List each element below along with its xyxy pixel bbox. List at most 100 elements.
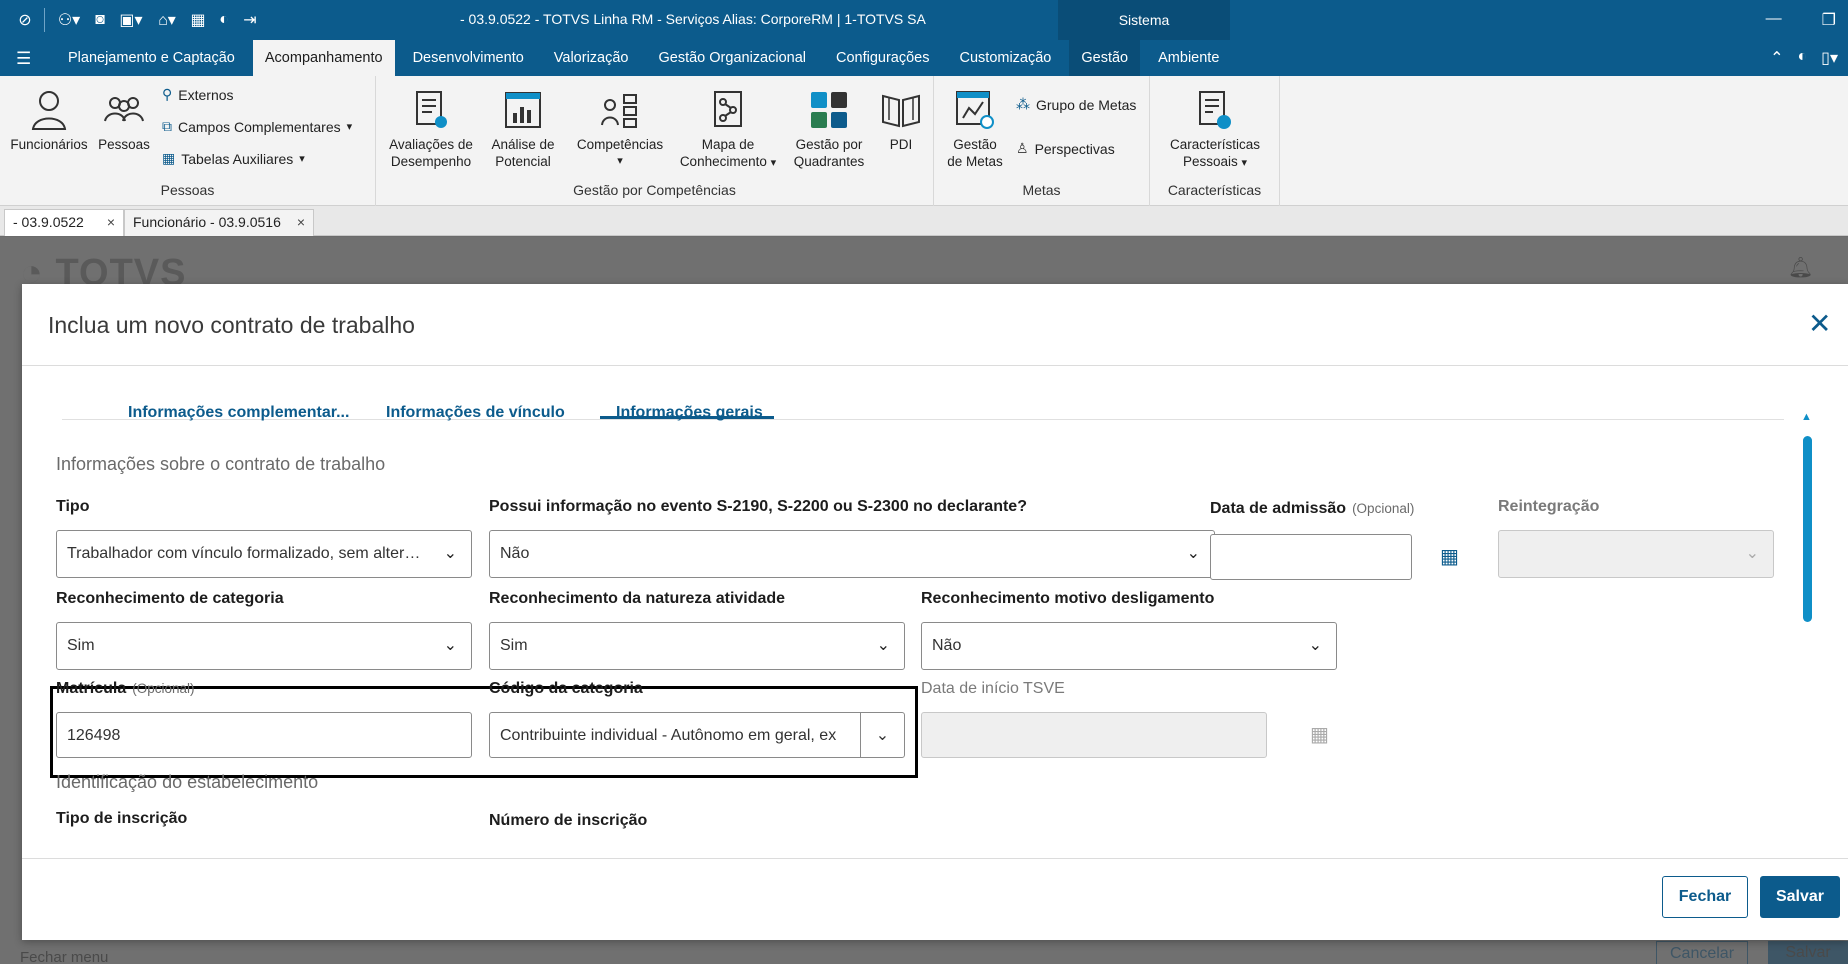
matricula-input[interactable]: 126498: [56, 712, 472, 758]
chevron-down-icon: ▾: [770, 157, 777, 169]
codigo-categoria-combo[interactable]: Contribuinte individual - Autônomo em ge…: [489, 712, 905, 758]
caracteristicas-label-1: Características: [1169, 137, 1261, 152]
tab-informacoes-vinculo[interactable]: Informações de vínculo: [386, 404, 565, 422]
menu-bar: ☰ Planejamento e Captação Acompanhamento…: [0, 40, 1848, 76]
tab-informacoes-gerais[interactable]: Informações gerais: [616, 404, 763, 422]
menu-valorizacao[interactable]: Valorização: [542, 40, 641, 76]
scroll-up-icon[interactable]: ▲: [1801, 411, 1812, 423]
users-dropdown-icon[interactable]: ⚇▾: [51, 8, 87, 32]
gestao-metas-button[interactable]: Gestão de Metas: [938, 88, 1012, 170]
gestao-quadrantes-button[interactable]: Gestão por Quadrantes: [788, 88, 870, 170]
contract-modal: Inclua um novo contrato de trabalho ✕ In…: [22, 284, 1848, 940]
analise-label-1: Análise de: [491, 137, 555, 152]
people-icon: [94, 88, 154, 132]
chevron-down-icon: ⌄: [443, 637, 457, 654]
fechar-button[interactable]: Fechar: [1662, 876, 1748, 918]
externos-button[interactable]: ⚲ Externos: [162, 86, 234, 103]
title-bar: ⊘ ⚇▾ ◙ ▣▾ ⌂▾ ▦ ◐ ⇥ - 03.9.0522 - TOTVS L…: [0, 0, 1848, 40]
globe-icon[interactable]: ◐: [211, 8, 237, 32]
chevron-down-icon: ▾: [617, 155, 623, 167]
minimize-icon[interactable]: —: [1766, 10, 1782, 30]
chevron-down-icon: ⌄: [1308, 637, 1322, 654]
sistema-tab[interactable]: Sistema: [1058, 0, 1230, 40]
menu-customizacao[interactable]: Customização: [948, 40, 1064, 76]
grupo-metas-label: Grupo de Metas: [1036, 96, 1137, 113]
competencias-button[interactable]: Competências ▾: [572, 88, 668, 170]
exit-icon[interactable]: ⇥: [237, 8, 263, 32]
chevron-down-icon: ▾: [299, 153, 305, 165]
rec-natureza-select[interactable]: Sim ⌄: [489, 622, 905, 670]
calculator-icon[interactable]: ▦: [185, 8, 211, 32]
menu-gestao[interactable]: Gestão: [1069, 40, 1141, 76]
gestao-metas-label-2: de Metas: [947, 154, 1003, 169]
layout-dropdown-icon[interactable]: ▯▾: [1821, 48, 1838, 68]
section-estabelecimento-title: Identificação do estabelecimento: [56, 772, 319, 792]
salvar-button[interactable]: Salvar: [1760, 876, 1840, 918]
data-admissao-input[interactable]: [1210, 534, 1412, 580]
funcionarios-button[interactable]: Funcionários: [8, 88, 90, 153]
possui-info-select[interactable]: Não ⌄: [489, 530, 1215, 578]
matricula-label-text: Matrícula: [56, 680, 127, 697]
menu-desenvolvimento[interactable]: Desenvolvimento: [401, 40, 536, 76]
tabelas-auxiliares-button[interactable]: ▦ Tabelas Auxiliares ▾: [162, 150, 305, 167]
chevron-down-icon[interactable]: ⌄: [860, 713, 904, 757]
data-tsve-label: Data de início TSVE: [921, 680, 1065, 697]
close-icon[interactable]: ×: [297, 210, 305, 235]
avaliacoes-label-1: Avaliações de: [389, 137, 473, 152]
doc-tab-funcionario[interactable]: Funcionário - 03.9.0516 ×: [124, 209, 314, 236]
menu-ambiente[interactable]: Ambiente: [1146, 40, 1231, 76]
rec-categoria-select[interactable]: Sim ⌄: [56, 622, 472, 670]
avaliacoes-button[interactable]: Avaliações de Desempenho: [384, 88, 478, 170]
calendar-icon: ▦: [1310, 724, 1329, 746]
view-icon[interactable]: ◙: [87, 8, 113, 32]
restore-icon[interactable]: ❐: [1822, 10, 1836, 30]
caracteristicas-pessoais-button[interactable]: Características Pessoais ▾: [1154, 88, 1276, 172]
tipo-inscricao-label: Tipo de inscrição: [56, 810, 188, 827]
perspectivas-button[interactable]: ♙ Perspectivas: [1016, 140, 1115, 157]
goals-chart-icon: [938, 88, 1012, 132]
caracteristicas-label-2: Pessoais: [1182, 154, 1238, 169]
modal-body: Informações complementar... Informações …: [22, 366, 1848, 842]
ribbon-group-competencias: Avaliações de Desempenho Análise de Pote…: [376, 76, 934, 206]
person-icon: [8, 88, 90, 132]
scrollbar-thumb[interactable]: [1803, 436, 1812, 622]
chevron-down-icon: ⌄: [1745, 545, 1759, 562]
chevron-down-icon: ▾: [1241, 157, 1248, 169]
close-icon[interactable]: ✕: [1808, 310, 1831, 338]
data-tsve-input: [921, 712, 1267, 758]
codigo-categoria-label: Código da categoria: [489, 680, 643, 697]
app-menu-icon[interactable]: ⊘: [12, 8, 38, 32]
tipo-select[interactable]: Trabalhador com vínculo formalizado, sem…: [56, 530, 472, 578]
menu-configuracoes[interactable]: Configurações: [824, 40, 942, 76]
help-globe-icon[interactable]: ◐: [1797, 48, 1807, 68]
rec-desligamento-select[interactable]: Não ⌄: [921, 622, 1337, 670]
ribbon-group-label: Pessoas: [160, 182, 215, 198]
campos-complementares-button[interactable]: ⧉ Campos Complementares ▾: [162, 118, 352, 135]
fechar-menu-link: Fechar menu: [20, 949, 109, 964]
menu-planejamento[interactable]: Planejamento e Captação: [56, 40, 247, 76]
home-dropdown-icon[interactable]: ⌂▾: [149, 8, 185, 32]
mapa-conhecimento-button[interactable]: Mapa de Conhecimento ▾: [674, 88, 782, 172]
matricula-label: Matrícula (Opcional): [56, 680, 195, 698]
calendar-icon[interactable]: ▦: [1440, 544, 1459, 569]
personal-traits-icon: [1154, 88, 1276, 132]
analise-label-2: Potencial: [495, 154, 551, 169]
close-icon[interactable]: ×: [107, 210, 115, 235]
grupo-metas-button[interactable]: ⁂ Grupo de Metas: [1016, 96, 1136, 113]
tipo-label: Tipo: [56, 498, 90, 515]
pessoas-button[interactable]: Pessoas: [94, 88, 154, 153]
pdi-button[interactable]: PDI: [876, 88, 926, 153]
tab-informacoes-complementares[interactable]: Informações complementar...: [128, 404, 349, 422]
menu-acompanhamento[interactable]: Acompanhamento: [252, 40, 395, 76]
rec-desligamento-value: Não: [932, 637, 962, 654]
quadrantes-label-1: Gestão por: [795, 137, 863, 152]
collapse-ribbon-icon[interactable]: ⌃: [1770, 48, 1783, 68]
menu-gestao-organizacional[interactable]: Gestão Organizacional: [647, 40, 819, 76]
ribbon-group-label: Gestão por Competências: [573, 182, 736, 198]
book-icon: [876, 88, 926, 132]
grid-menu-icon[interactable]: ☰: [16, 49, 31, 69]
analise-potencial-button[interactable]: Análise de Potencial: [484, 88, 562, 170]
doc-tab-main[interactable]: - 03.9.0522 ×: [4, 209, 124, 236]
window-dropdown-icon[interactable]: ▣▾: [113, 8, 149, 32]
mapa-label-2-row: Conhecimento ▾: [674, 153, 782, 172]
